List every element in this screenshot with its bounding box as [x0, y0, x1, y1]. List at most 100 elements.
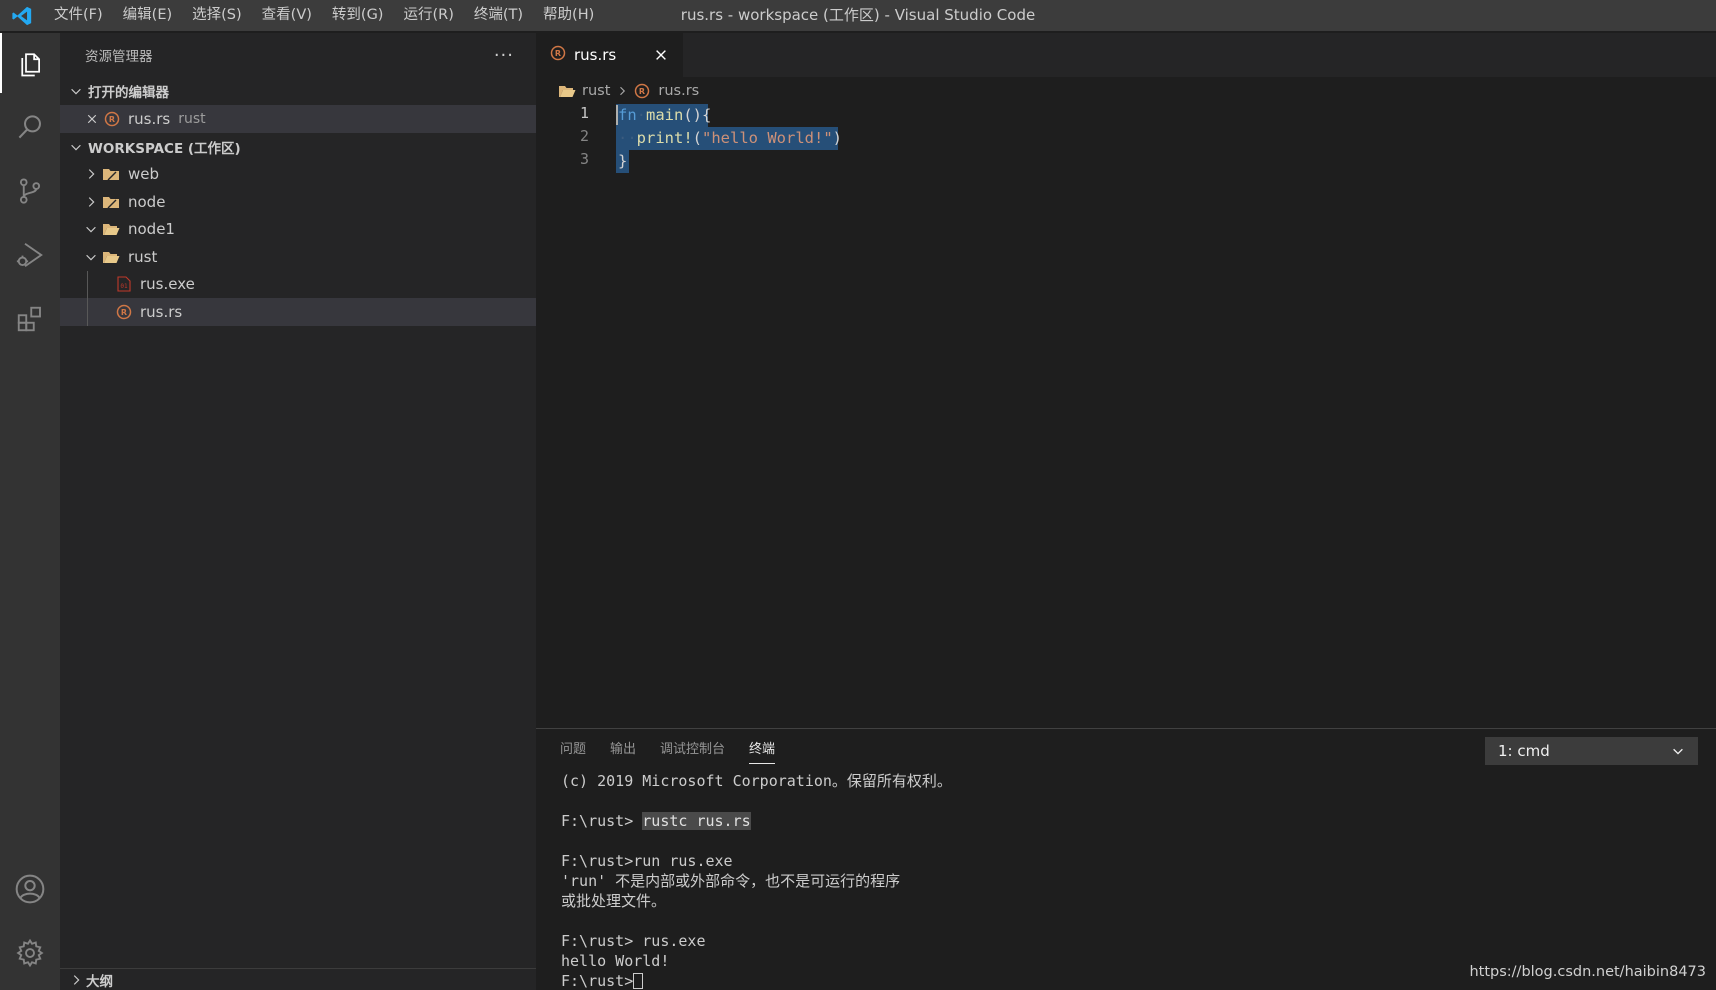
chevron-down-icon	[66, 84, 86, 98]
keyword: fn	[618, 106, 637, 124]
svg-text:R: R	[121, 308, 127, 317]
outline-header[interactable]: 大纲	[60, 968, 536, 990]
terminal-select[interactable]: 1: cmd	[1485, 737, 1698, 765]
folder-name: node1	[128, 220, 175, 239]
terminal-command: rustc rus.rs	[642, 812, 751, 830]
menu-terminal[interactable]: 终端(T)	[464, 0, 533, 31]
open-editors-label: 打开的编辑器	[88, 85, 169, 101]
code-line-2: ··print!("hello World!")	[618, 129, 843, 147]
chevron-right-icon	[82, 195, 100, 209]
terminal-prompt: F:\rust>	[561, 972, 634, 990]
chevron-right-icon	[616, 85, 628, 97]
terminal-line: F:\rust>run rus.exe	[561, 852, 733, 870]
close-icon[interactable]	[84, 113, 100, 125]
terminal-select-value: 1: cmd	[1498, 742, 1550, 760]
punctuation: )	[832, 129, 843, 147]
tree-indent-guide	[87, 298, 88, 326]
editor-group: R rus.rs rust R rus.rs 1 2 3 fn·main(){ …	[536, 33, 1716, 728]
panel-tabs: 问题 输出 调试控制台 终端 1: cmd	[536, 729, 1716, 771]
chevron-right-icon	[82, 167, 100, 181]
chevron-right-icon	[66, 973, 86, 987]
settings-gear-icon[interactable]	[0, 923, 60, 983]
code-line-3: }	[618, 150, 627, 173]
menu-file[interactable]: 文件(F)	[44, 0, 113, 31]
title-bar: 文件(F) 编辑(E) 选择(S) 查看(V) 转到(G) 运行(R) 终端(T…	[0, 0, 1716, 31]
terminal-line: (c) 2019 Microsoft Corporation。保留所有权利。	[561, 772, 952, 790]
folder-web[interactable]: web	[60, 161, 536, 189]
folder-icon	[100, 166, 122, 182]
tab-label: rus.rs	[574, 46, 617, 64]
chevron-down-icon	[82, 250, 100, 264]
extensions-icon[interactable]	[0, 289, 60, 349]
breadcrumb-file[interactable]: rus.rs	[658, 83, 699, 99]
svg-text:R: R	[109, 115, 115, 124]
file-name: rus.rs	[140, 302, 183, 321]
menu-view[interactable]: 查看(V)	[252, 0, 322, 31]
tab-terminal[interactable]: 终端	[749, 729, 776, 771]
run-debug-icon[interactable]	[0, 225, 60, 285]
folder-node1[interactable]: node1	[60, 216, 536, 244]
outline-label: 大纲	[86, 973, 113, 990]
activity-bar	[0, 33, 60, 990]
search-icon[interactable]	[0, 97, 60, 157]
file-name: rus.exe	[140, 275, 195, 294]
workspace-label: WORKSPACE (工作区)	[88, 140, 241, 157]
rust-file-icon: R	[550, 45, 566, 65]
account-icon[interactable]	[0, 859, 60, 919]
chevron-down-icon	[82, 222, 100, 236]
more-actions-icon[interactable]: ···	[494, 45, 514, 66]
terminal-line: F:\rust> rus.exe	[561, 932, 706, 950]
bottom-panel: 问题 输出 调试控制台 终端 1: cmd (c) 2019 Microsoft…	[536, 728, 1716, 990]
sidebar-header: 资源管理器 ···	[60, 33, 536, 77]
file-rus-rs[interactable]: R rus.rs	[60, 298, 536, 326]
terminal-line: F:\rust> rustc rus.rs	[561, 811, 1716, 831]
tab-problems[interactable]: 问题	[560, 729, 586, 771]
folder-rust[interactable]: rust	[60, 243, 536, 271]
menu-help[interactable]: 帮助(H)	[533, 0, 604, 31]
explorer-sidebar: 资源管理器 ··· 打开的编辑器 R rus.rs rust WORKSPACE…	[60, 33, 536, 990]
tab-debug-console[interactable]: 调试控制台	[660, 729, 725, 771]
binary-file-icon: 01	[114, 276, 134, 292]
folder-name: web	[128, 165, 160, 184]
breadcrumb-folder[interactable]: rust	[582, 83, 610, 99]
terminal-cursor	[633, 973, 644, 989]
menu-run[interactable]: 运行(R)	[393, 0, 463, 31]
chevron-down-icon	[66, 140, 86, 154]
workspace-header[interactable]: WORKSPACE (工作区)	[60, 133, 536, 161]
folder-node[interactable]: node	[60, 188, 536, 216]
open-editor-item[interactable]: R rus.rs rust	[60, 105, 536, 133]
folder-icon	[100, 194, 122, 210]
menu-bar: 文件(F) 编辑(E) 选择(S) 查看(V) 转到(G) 运行(R) 终端(T…	[44, 0, 604, 31]
terminal-prompt: F:\rust>	[561, 812, 643, 830]
close-icon[interactable]	[651, 45, 671, 65]
rust-file-icon: R	[114, 304, 134, 320]
terminal-output[interactable]: (c) 2019 Microsoft Corporation。保留所有权利。 F…	[536, 771, 1716, 990]
tab-rus-rs[interactable]: R rus.rs	[536, 33, 683, 77]
tree-indent-guide	[87, 270, 88, 298]
menu-edit[interactable]: 编辑(E)	[113, 0, 182, 31]
watermark-text: https://blog.csdn.net/haibin8473	[1469, 964, 1706, 980]
sidebar-title: 资源管理器	[85, 49, 153, 65]
punctuation: (	[692, 129, 703, 147]
menu-selection[interactable]: 选择(S)	[182, 0, 252, 31]
folder-name: node	[128, 192, 166, 211]
svg-text:01: 01	[120, 283, 128, 290]
line-number: 1	[579, 104, 589, 122]
line-number: 3	[579, 150, 589, 168]
explorer-icon[interactable]	[0, 33, 60, 93]
open-editor-name: rus.rs	[128, 109, 171, 128]
terminal-line: 或批处理文件。	[561, 892, 667, 910]
chevron-down-icon	[1671, 744, 1685, 758]
menu-go[interactable]: 转到(G)	[322, 0, 394, 31]
punctuation: }	[618, 152, 628, 170]
open-editors-header[interactable]: 打开的编辑器	[60, 77, 536, 105]
tab-output[interactable]: 输出	[610, 729, 636, 771]
file-rus-exe[interactable]: 01 rus.exe	[60, 270, 536, 298]
vscode-logo-icon[interactable]	[0, 0, 44, 31]
source-control-icon[interactable]	[0, 161, 60, 221]
terminal-line: 'run' 不是内部或外部命令，也不是可运行的程序	[561, 872, 901, 890]
editor-tabs: R rus.rs	[536, 33, 1716, 77]
folder-icon	[558, 83, 576, 99]
